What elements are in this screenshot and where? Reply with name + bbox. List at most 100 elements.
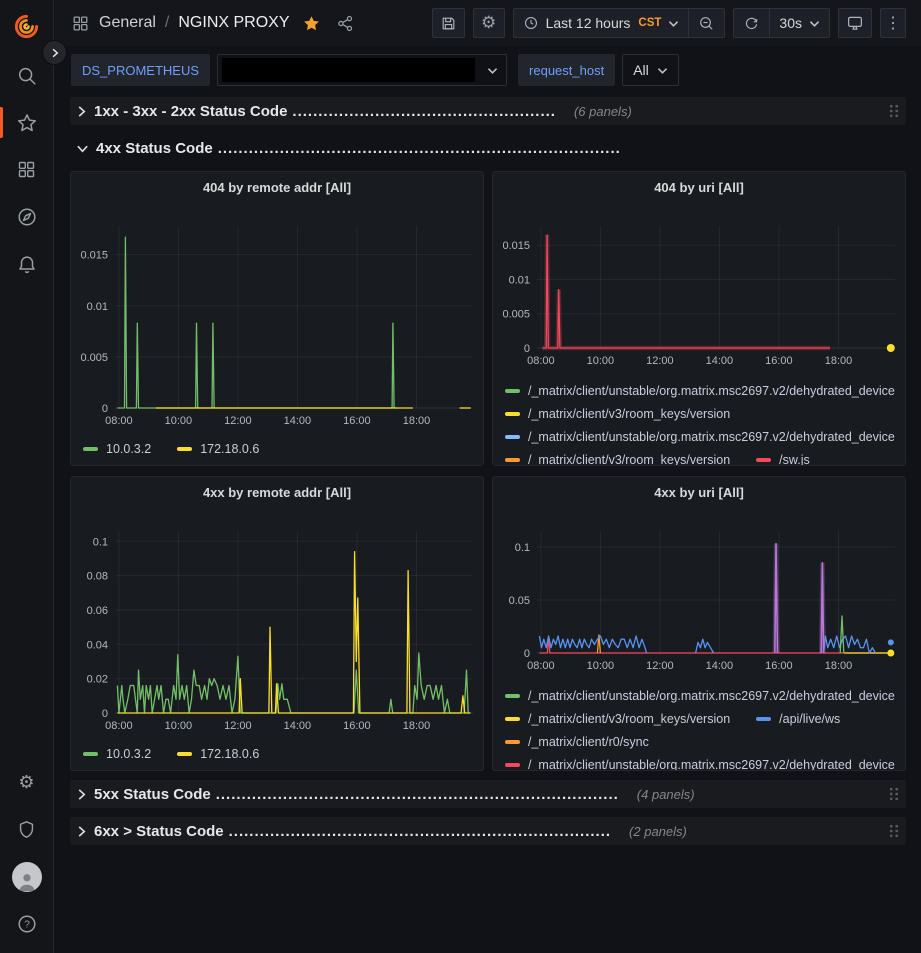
refresh-interval-picker[interactable]: 30s — [769, 9, 829, 37]
user-avatar[interactable] — [0, 853, 54, 900]
row-1xx-3xx-2xx-status-code[interactable]: 1xx - 3xx - 2xx Status Code ............… — [70, 97, 906, 125]
svg-text:18:00: 18:00 — [403, 720, 431, 732]
row-title: 5xx Status Code — [94, 786, 211, 803]
legend-item[interactable]: /sw.js — [756, 453, 810, 466]
dashboard-title[interactable]: NGINX PROXY — [178, 14, 289, 32]
datasource-variable-select[interactable] — [217, 54, 507, 86]
drag-handle-icon[interactable] — [889, 787, 900, 801]
sidebar-expand-button[interactable] — [42, 40, 67, 65]
row-title-dots: ........................................… — [229, 823, 611, 840]
sidebar-item-starred[interactable] — [0, 99, 54, 146]
request-host-variable-select[interactable]: All — [622, 54, 679, 86]
svg-text:08:00: 08:00 — [105, 720, 133, 732]
legend-label: 172.18.0.6 — [200, 442, 259, 456]
request-host-value: All — [633, 62, 649, 78]
svg-text:14:00: 14:00 — [706, 355, 734, 367]
svg-text:14:00: 14:00 — [706, 660, 734, 672]
panel-4xx-by-remote-addr: 4xx by remote addr [All] 08:0010:0012:00… — [70, 476, 484, 771]
row-title: 6xx > Status Code — [94, 823, 224, 840]
main-area: General / NGINX PROXY ⚙ — [55, 0, 921, 953]
sidebar-item-explore[interactable] — [0, 193, 54, 240]
legend-item[interactable]: /_matrix/client/v3/room_keys/version — [505, 407, 730, 421]
svg-text:0.015: 0.015 — [80, 250, 108, 262]
panel-header[interactable]: 404 by uri [All] — [493, 172, 905, 202]
svg-text:0: 0 — [524, 648, 530, 660]
legend-item[interactable]: /_matrix/client/unstable/org.matrix.msc2… — [505, 384, 895, 398]
legend-item[interactable]: 172.18.0.6 — [177, 747, 259, 761]
kebab-menu-button[interactable]: ⋮ — [880, 8, 906, 38]
apps-grid-icon — [71, 14, 90, 33]
favorite-star-icon[interactable] — [302, 14, 321, 33]
refresh-button[interactable] — [734, 9, 769, 37]
breadcrumb-folder[interactable]: General — [99, 14, 156, 32]
dashboard-canvas: 1xx - 3xx - 2xx Status Code ............… — [55, 95, 921, 845]
save-dashboard-button[interactable] — [432, 8, 465, 38]
legend-label: /_matrix/client/r0/sync — [528, 735, 649, 749]
request-host-variable-label[interactable]: request_host — [518, 54, 615, 86]
legend-swatch — [83, 752, 98, 756]
legend-label: /_matrix/client/unstable/org.matrix.msc2… — [528, 384, 895, 398]
legend-row: /_matrix/client/v3/room_keys/version/api… — [505, 707, 899, 730]
legend-swatch — [83, 447, 98, 451]
dashboard-toolbar: ⚙ Last 12 hours CST — [432, 8, 906, 38]
legend-item[interactable]: /_matrix/client/unstable/org.matrix.msc2… — [505, 758, 895, 771]
legend-item[interactable]: 172.18.0.6 — [177, 442, 259, 456]
svg-text:0.04: 0.04 — [87, 639, 108, 651]
dashboard-settings-button[interactable]: ⚙ — [473, 8, 505, 38]
legend-item[interactable]: /_matrix/client/unstable/org.matrix.msc2… — [505, 689, 895, 703]
chevron-down-icon — [668, 19, 679, 28]
chevron-down-icon — [809, 19, 820, 28]
legend-item[interactable]: /api/live/ws — [756, 712, 840, 726]
sidebar-item-dashboards[interactable] — [0, 146, 54, 193]
panel-header[interactable]: 4xx by remote addr [All] — [71, 477, 483, 507]
drag-handle-icon[interactable] — [889, 104, 900, 118]
drag-handle-icon[interactable] — [889, 824, 900, 838]
svg-text:10:00: 10:00 — [587, 355, 615, 367]
panel-header[interactable]: 404 by remote addr [All] — [71, 172, 483, 202]
panel-header[interactable]: 4xx by uri [All] — [493, 477, 905, 507]
svg-text:12:00: 12:00 — [224, 415, 252, 427]
time-range-picker[interactable]: Last 12 hours CST — [514, 9, 689, 37]
svg-text:0.1: 0.1 — [515, 542, 530, 554]
row-panel-count: (2 panels) — [629, 824, 687, 839]
svg-text:0.1: 0.1 — [93, 536, 108, 548]
active-indicator — [0, 107, 3, 138]
dashboard-variables-bar: DS_PROMETHEUS request_host All — [55, 46, 921, 95]
tv-mode-button[interactable] — [838, 8, 872, 38]
timeseries-chart[interactable]: 08:0010:0012:0014:0016:0018:0000.0050.01… — [71, 202, 483, 432]
legend-item[interactable]: /_matrix/client/unstable/org.matrix.msc2… — [505, 430, 895, 444]
help-icon[interactable]: ? — [0, 900, 54, 947]
datasource-variable-label[interactable]: DS_PROMETHEUS — [71, 54, 210, 86]
timeseries-chart[interactable]: 08:0010:0012:0014:0016:0018:0000.020.040… — [71, 507, 483, 737]
legend-label: 172.18.0.6 — [200, 747, 259, 761]
svg-text:0: 0 — [524, 343, 530, 355]
timeseries-chart[interactable]: 08:0010:0012:0014:0016:0018:0000.0050.01… — [493, 202, 905, 374]
sidebar-item-alerting[interactable] — [0, 240, 54, 287]
legend-swatch — [756, 717, 771, 721]
svg-text:08:00: 08:00 — [527, 660, 555, 672]
row-6xx-status-code[interactable]: 6xx > Status Code ......................… — [70, 817, 906, 845]
row-4xx-status-code[interactable]: 4xx Status Code ........................… — [70, 134, 906, 162]
legend-label: /api/live/ws — [779, 712, 840, 726]
legend-label: /sw.js — [779, 453, 810, 466]
row-title: 1xx - 3xx - 2xx Status Code — [94, 103, 287, 120]
legend-item[interactable]: 10.0.3.2 — [83, 747, 151, 761]
row-5xx-status-code[interactable]: 5xx Status Code ........................… — [70, 780, 906, 808]
svg-text:14:00: 14:00 — [284, 415, 312, 427]
legend-row: /_matrix/client/unstable/org.matrix.msc2… — [505, 379, 899, 402]
zoom-out-button[interactable] — [688, 9, 724, 37]
gear-icon[interactable]: ⚙ — [0, 759, 54, 806]
legend-item[interactable]: 10.0.3.2 — [83, 442, 151, 456]
legend-item[interactable]: /_matrix/client/v3/room_keys/version — [505, 712, 730, 726]
legend-item[interactable]: /_matrix/client/r0/sync — [505, 735, 649, 749]
timeseries-chart[interactable]: 08:0010:0012:0014:0016:0018:0000.050.1 — [493, 507, 905, 679]
legend-swatch — [505, 435, 520, 439]
shield-icon[interactable] — [0, 806, 54, 853]
legend-swatch — [505, 694, 520, 698]
share-icon[interactable] — [336, 14, 355, 33]
legend-label: /_matrix/client/unstable/org.matrix.msc2… — [528, 689, 895, 703]
chevron-down-icon — [75, 142, 90, 155]
panel-title: 4xx by uri [All] — [654, 485, 744, 500]
legend-item[interactable]: /_matrix/client/v3/room_keys/version — [505, 453, 730, 466]
row-title: 4xx Status Code — [96, 140, 213, 157]
